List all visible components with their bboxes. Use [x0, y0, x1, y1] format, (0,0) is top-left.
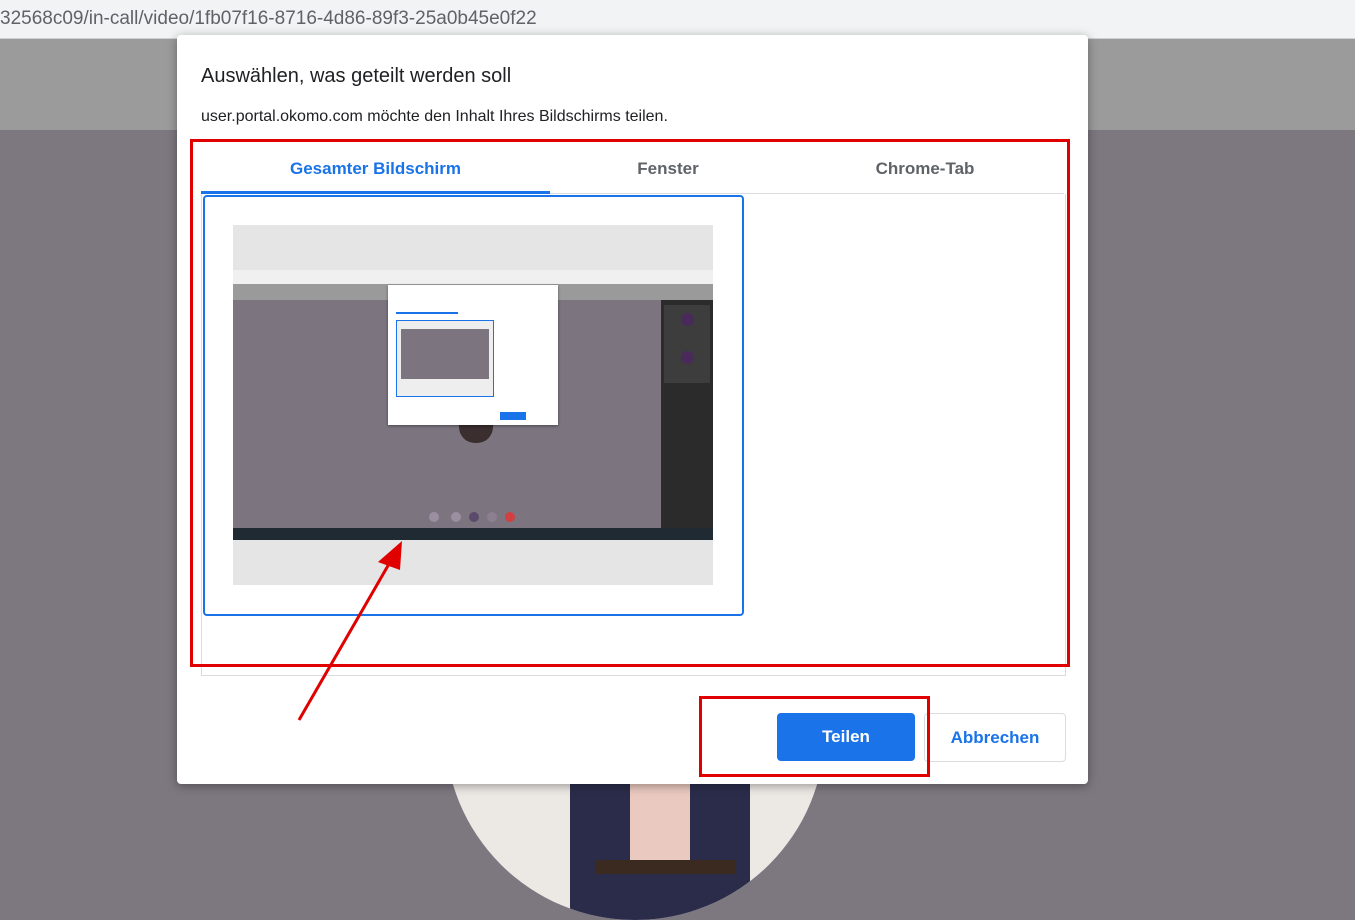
- cancel-button[interactable]: Abbrechen: [924, 713, 1066, 762]
- share-source-list: [201, 194, 1066, 676]
- tab-label: Fenster: [637, 159, 699, 178]
- preview-dialog-inner: [401, 329, 489, 379]
- screen-thumbnail-card[interactable]: [203, 195, 744, 616]
- tab-entire-screen[interactable]: Gesamter Bildschirm: [201, 147, 550, 194]
- preview-hangup-dot: [505, 512, 515, 522]
- dialog-title: Auswählen, was geteilt werden soll: [201, 65, 512, 87]
- avatar-shirt: [630, 780, 690, 860]
- tab-window[interactable]: Fenster: [550, 147, 786, 193]
- url-text[interactable]: 32568c09/in-call/video/1fb07f16-8716-4d8…: [0, 8, 537, 30]
- preview-dialog-button: [500, 412, 526, 420]
- tab-chrome-tab[interactable]: Chrome-Tab: [786, 147, 1064, 193]
- preview-control-dot: [487, 512, 497, 522]
- screen-share-dialog: Auswählen, was geteilt werden soll user.…: [177, 35, 1088, 784]
- preview-participant-dot: [681, 351, 694, 364]
- tab-label: Chrome-Tab: [875, 159, 975, 178]
- preview-urlbar: [233, 270, 713, 284]
- preview-control-dot: [429, 512, 439, 522]
- preview-taskbar: [233, 528, 713, 540]
- avatar-belt: [595, 860, 735, 874]
- browser-address-bar[interactable]: 32568c09/in-call/video/1fb07f16-8716-4d8…: [0, 0, 1355, 39]
- preview-control-dot: [469, 512, 479, 522]
- preview-participant-dot: [681, 313, 694, 326]
- tab-label: Gesamter Bildschirm: [289, 159, 461, 178]
- share-source-tabs: Gesamter Bildschirm Fenster Chrome-Tab: [201, 147, 1064, 194]
- preview-dialog: [388, 285, 558, 425]
- preview-dialog-card: [396, 320, 494, 397]
- preview-dialog-tab: [396, 312, 458, 314]
- preview-control-dot: [451, 512, 461, 522]
- screen-preview-image: [233, 225, 713, 585]
- dialog-subtitle: user.portal.okomo.com möchte den Inhalt …: [201, 108, 668, 125]
- share-button[interactable]: Teilen: [777, 713, 915, 761]
